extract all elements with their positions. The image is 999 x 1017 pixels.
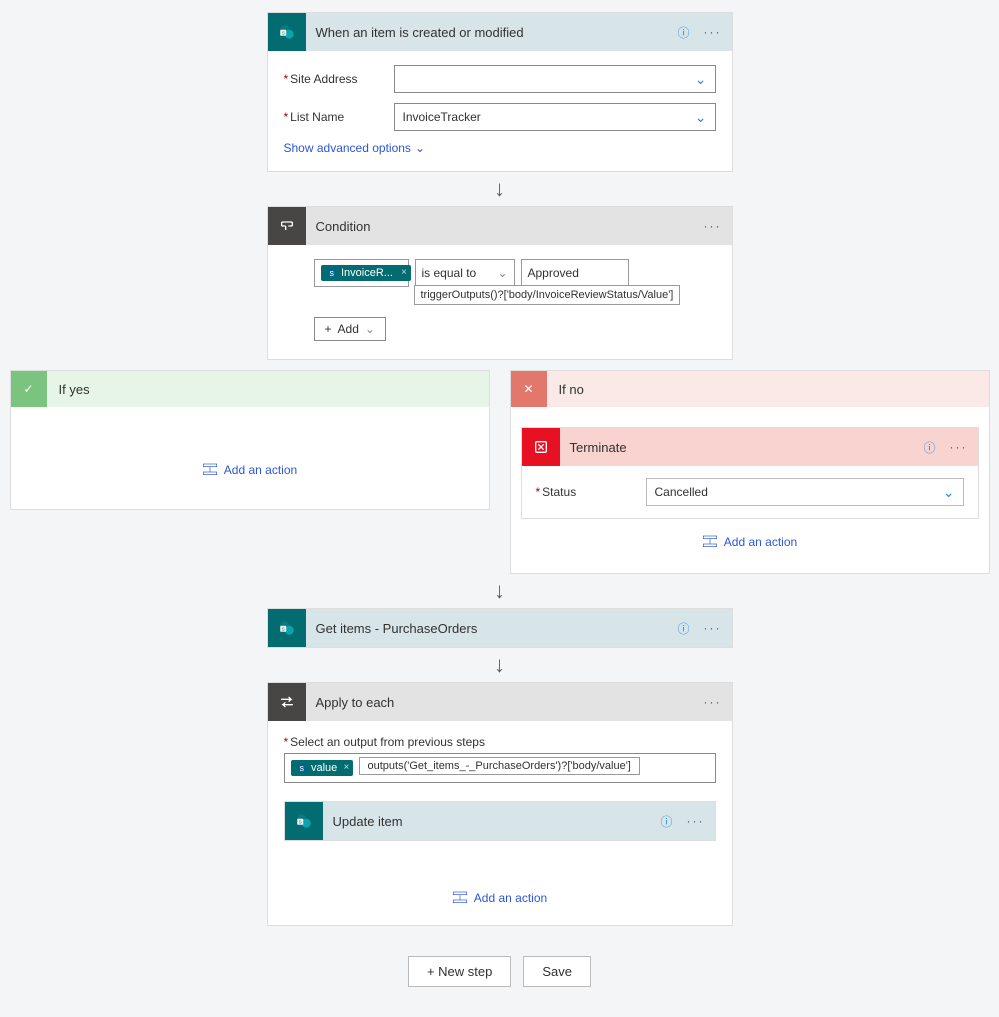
add-action-button[interactable]: Add an action: [521, 535, 979, 549]
expression-tooltip: triggerOutputs()?['body/InvoiceReviewSta…: [414, 285, 681, 305]
svg-text:S: S: [281, 626, 284, 631]
update-item-title: Update item: [333, 814, 661, 829]
if-no-title: If no: [559, 382, 584, 397]
trigger-header[interactable]: S When an item is created or modified ⓘ …: [268, 13, 732, 51]
save-button[interactable]: Save: [523, 956, 591, 987]
apply-to-each-card: Apply to each ··· *Select an output from…: [267, 682, 733, 926]
new-step-button[interactable]: + New step: [408, 956, 511, 987]
help-icon[interactable]: ⓘ: [923, 439, 935, 456]
chevron-down-icon: ⌄: [415, 141, 425, 155]
status-select[interactable]: Cancelled ⌄: [646, 478, 964, 506]
if-yes-title: If yes: [59, 382, 90, 397]
condition-title: Condition: [316, 219, 704, 234]
status-label: *Status: [536, 485, 646, 499]
condition-operator-select[interactable]: is equal to⌄: [415, 259, 515, 287]
if-yes-branch: ✓ If yes Add an action: [10, 370, 490, 510]
menu-icon[interactable]: ···: [704, 695, 722, 709]
apply-header[interactable]: Apply to each ···: [268, 683, 732, 721]
select-output-input[interactable]: s value × outputs('Get_items_-_PurchaseO…: [284, 753, 716, 783]
get-items-title: Get items - PurchaseOrders: [316, 621, 678, 636]
add-condition-button[interactable]: + Add ⌄: [314, 317, 386, 341]
menu-icon[interactable]: ···: [687, 814, 705, 828]
menu-icon[interactable]: ···: [704, 219, 722, 233]
condition-icon: [268, 207, 306, 245]
show-advanced-link[interactable]: Show advanced options⌄: [284, 141, 716, 155]
close-icon: ✕: [511, 371, 547, 407]
update-item-header[interactable]: S Update item ⓘ ···: [285, 802, 715, 840]
if-yes-header: ✓ If yes: [11, 371, 489, 407]
update-item-card: S Update item ⓘ ···: [284, 801, 716, 841]
sharepoint-icon: S: [268, 13, 306, 51]
dynamic-token[interactable]: s InvoiceR... ×: [321, 265, 411, 281]
condition-header[interactable]: Condition ···: [268, 207, 732, 245]
condition-card: Condition ··· s InvoiceR... × is equal t…: [267, 206, 733, 360]
chevron-down-icon: ⌄: [695, 71, 707, 88]
sharepoint-icon: s: [297, 763, 308, 773]
site-address-select[interactable]: ⌄: [394, 65, 716, 93]
site-address-label: *Site Address: [284, 72, 394, 86]
terminate-card: Terminate ⓘ ··· *Status Cancelled ⌄: [521, 427, 979, 519]
expression-tooltip: outputs('Get_items_-_PurchaseOrders')?['…: [359, 757, 640, 775]
arrow-icon: ↓: [494, 652, 505, 678]
get-items-header[interactable]: S Get items - PurchaseOrders ⓘ ···: [268, 609, 732, 647]
svg-text:S: S: [298, 819, 301, 824]
select-output-label: *Select an output from previous steps: [284, 735, 716, 749]
terminate-title: Terminate: [570, 440, 924, 455]
add-action-button[interactable]: Add an action: [21, 463, 479, 477]
menu-icon[interactable]: ···: [704, 25, 722, 39]
add-action-button[interactable]: Add an action: [284, 891, 716, 905]
arrow-icon: ↓: [494, 176, 505, 202]
if-no-branch: ✕ If no Terminate ⓘ ···: [510, 370, 990, 574]
chevron-down-icon: ⌄: [365, 322, 375, 336]
chevron-down-icon: ⌄: [943, 484, 955, 501]
sharepoint-icon: S: [268, 609, 306, 647]
help-icon[interactable]: ⓘ: [677, 24, 689, 41]
dynamic-token[interactable]: s value ×: [291, 760, 354, 776]
if-no-header: ✕ If no: [511, 371, 989, 407]
trigger-card: S When an item is created or modified ⓘ …: [267, 12, 733, 172]
list-name-select[interactable]: InvoiceTracker ⌄: [394, 103, 716, 131]
svg-text:S: S: [281, 30, 284, 35]
chevron-down-icon: ⌄: [497, 266, 507, 280]
remove-token-icon[interactable]: ×: [401, 267, 407, 278]
help-icon[interactable]: ⓘ: [677, 620, 689, 637]
terminate-icon: [522, 428, 560, 466]
trigger-title: When an item is created or modified: [316, 25, 678, 40]
menu-icon[interactable]: ···: [704, 621, 722, 635]
sharepoint-icon: s: [327, 268, 338, 278]
remove-token-icon[interactable]: ×: [343, 762, 349, 773]
plus-icon: +: [325, 322, 332, 336]
condition-left-operand[interactable]: s InvoiceR... ×: [314, 259, 409, 287]
arrow-icon: ↓: [494, 578, 505, 604]
help-icon[interactable]: ⓘ: [660, 813, 672, 830]
get-items-card: S Get items - PurchaseOrders ⓘ ···: [267, 608, 733, 648]
condition-value-input[interactable]: Approved: [521, 259, 629, 287]
sharepoint-icon: S: [285, 802, 323, 840]
terminate-header[interactable]: Terminate ⓘ ···: [522, 428, 978, 466]
menu-icon[interactable]: ···: [950, 440, 968, 454]
apply-title: Apply to each: [316, 695, 704, 710]
chevron-down-icon: ⌄: [695, 109, 707, 126]
loop-icon: [268, 683, 306, 721]
list-name-label: *List Name: [284, 110, 394, 124]
check-icon: ✓: [11, 371, 47, 407]
